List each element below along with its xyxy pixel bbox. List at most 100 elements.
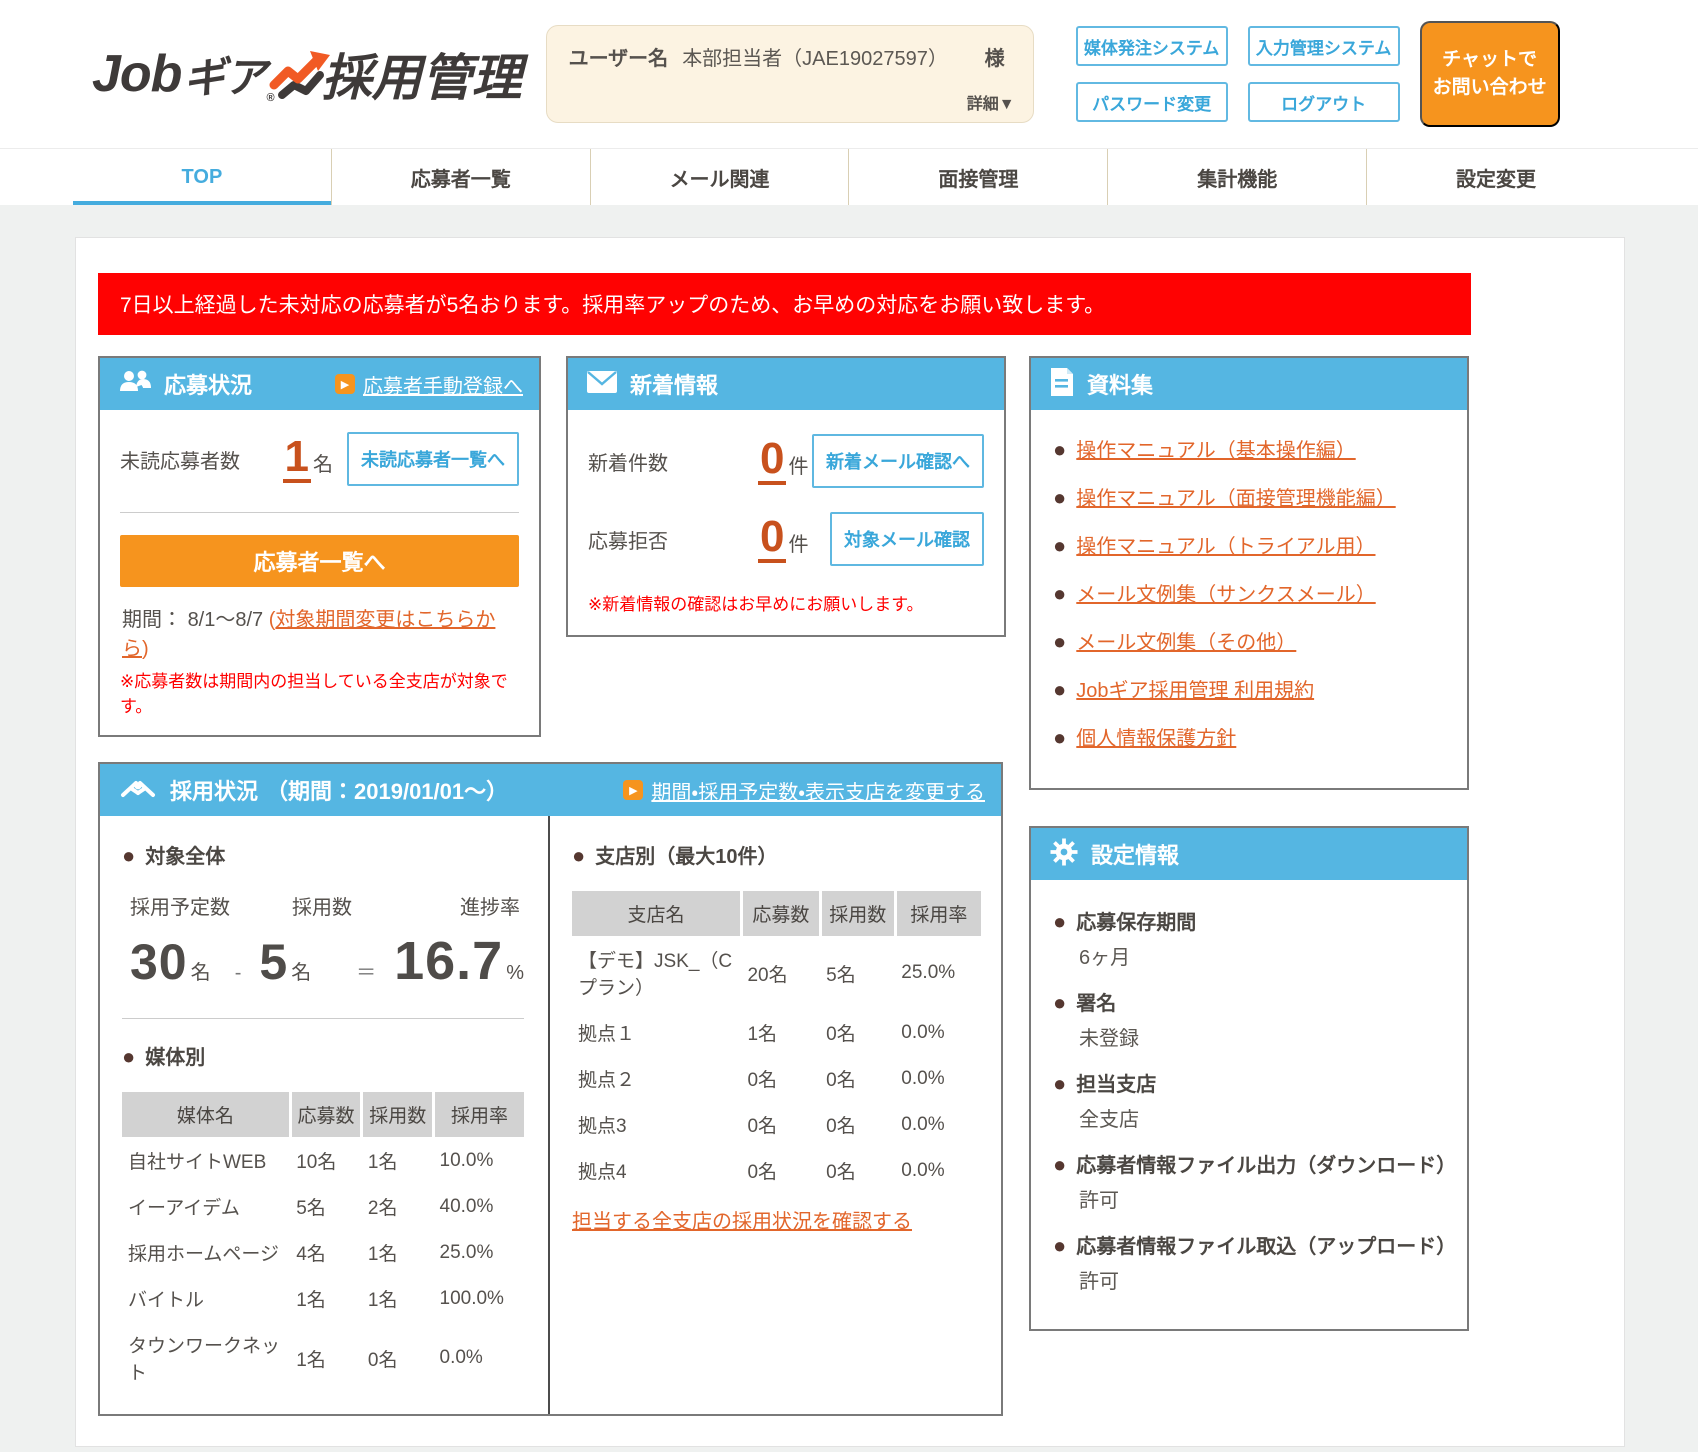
setting-value: 6ヶ月 [1079, 941, 1451, 970]
hired-label: 採用数 [292, 891, 460, 920]
list-item: ●操作マニュアル（基本操作編） [1053, 434, 1451, 463]
new-information-header: 新着情報 [568, 358, 1004, 410]
mail-template-other-link[interactable]: メール文例集（その他） [1076, 626, 1296, 655]
panel-title: 応募状況 [164, 368, 252, 400]
media-table: 媒体名 応募数 採用数 採用率 自社サイトWEB 10名 [122, 1092, 524, 1394]
branch-heading: 支店別（最大10件） [595, 840, 777, 869]
application-status-header: 応募状況 ▶ 応募者手動登録へ [100, 358, 539, 410]
chat-inquiry-button[interactable]: チャットで お問い合わせ [1420, 21, 1560, 127]
list-item: ●署名 未登録 [1053, 987, 1451, 1051]
logo-text-job: Job [92, 44, 181, 104]
unread-count: 1 [283, 435, 311, 483]
mail-template-thanks-link[interactable]: メール文例集（サンクスメール） [1076, 578, 1375, 607]
applicant-list-button[interactable]: 応募者一覧へ [120, 535, 519, 587]
logout-button[interactable]: ログアウト [1248, 82, 1400, 122]
user-name-value: 本部担当者（JAE19027597） [682, 42, 948, 71]
user-info-box: ユーザー名 本部担当者（JAE19027597） 様 詳細▼ [546, 25, 1034, 123]
period-label: 期間： [122, 609, 182, 631]
table-header-cell: 支店名 [572, 891, 741, 936]
manual-register-link[interactable]: 応募者手動登録へ [363, 370, 523, 399]
manual-trial-link[interactable]: 操作マニュアル（トライアル用） [1076, 530, 1375, 559]
list-item: ●個人情報保護方針 [1053, 722, 1451, 751]
site-header: Job ギア ® 採用管理 ユーザー名 本部担当者（JAE19027597） 様… [0, 0, 1698, 148]
table-row: 自社サイトWEB 10名 1名 10.0% [122, 1137, 524, 1183]
hired-value: 5 [259, 933, 288, 991]
table-row: 採用ホームページ 4名 1名 25.0% [122, 1229, 524, 1275]
new-count-value: 0 [758, 437, 786, 485]
table-row: 拠点２ 0名 0名 0.0% [572, 1055, 981, 1101]
overall-heading: 対象全体 [145, 840, 225, 869]
check-target-mail-button[interactable]: 対象メール確認 [830, 512, 984, 566]
application-note: ※応募者数は期間内の担当している全支店が対象です。 [120, 667, 519, 717]
period-value: 8/1～8/7 [188, 609, 264, 631]
logo-text-gear: ギア [183, 44, 265, 105]
table-header-cell: 応募数 [741, 891, 820, 936]
check-new-mail-button[interactable]: 新着メール確認へ [812, 434, 984, 488]
panel-title: 資料集 [1087, 368, 1153, 400]
panel-title: 設定情報 [1091, 838, 1179, 870]
play-icon: ▶ [335, 374, 355, 394]
change-password-button[interactable]: パスワード変更 [1076, 82, 1228, 122]
main-content: 7日以上経過した未対応の応募者が5名おります。採用率アップのため、お早めの対応を… [75, 237, 1625, 1447]
tab-settings[interactable]: 設定変更 [1367, 149, 1625, 205]
terms-of-use-link[interactable]: Jobギア採用管理 利用規約 [1076, 674, 1314, 703]
tab-applicant-list[interactable]: 応募者一覧 [332, 149, 591, 205]
table-row: バイトル 1名 1名 100.0% [122, 1275, 524, 1321]
tab-aggregation[interactable]: 集計機能 [1108, 149, 1367, 205]
media-order-system-button[interactable]: 媒体発注システム [1076, 26, 1228, 66]
table-header-cell: 採用率 [434, 1092, 524, 1137]
new-info-note: ※新着情報の確認はお早めにお願いします。 [588, 590, 984, 615]
unread-applicant-list-button[interactable]: 未読応募者一覧へ [347, 432, 519, 486]
manual-basic-link[interactable]: 操作マニュアル（基本操作編） [1076, 434, 1355, 463]
table-row: タウンワークネット 1名 0名 0.0% [122, 1321, 524, 1394]
list-item: ●応募者情報ファイル出力（ダウンロード） 許可 [1053, 1149, 1451, 1213]
documents-header: 資料集 [1031, 358, 1467, 410]
unread-applicants-label: 未読応募者数 [120, 445, 240, 474]
setting-value: 未登録 [1079, 1022, 1451, 1051]
input-management-system-button[interactable]: 入力管理システム [1248, 26, 1400, 66]
panel-title: 採用状況 [170, 774, 258, 806]
table-row: 拠点4 0名 0名 0.0% [572, 1147, 981, 1193]
user-honorific: 様 [985, 42, 1015, 71]
privacy-policy-link[interactable]: 個人情報保護方針 [1076, 722, 1236, 751]
setting-label: 担当支店 [1076, 1068, 1156, 1097]
setting-label: 応募保存期間 [1076, 906, 1196, 935]
media-heading: 媒体別 [145, 1041, 205, 1070]
all-branches-status-link[interactable]: 担当する全支店の採用状況を確認する [572, 1205, 912, 1234]
documents-panel: 資料集 ●操作マニュアル（基本操作編） ●操作マニュアル（面接管理機能編） ●操… [1029, 356, 1469, 790]
table-header-cell: 媒体名 [122, 1092, 290, 1137]
table-header-cell: 採用数 [362, 1092, 434, 1137]
bullet: ● [122, 843, 135, 869]
table-header-row: 支店名 応募数 採用数 採用率 [572, 891, 981, 936]
gear-icon [1049, 837, 1079, 872]
new-count-unit: 件 [788, 450, 808, 479]
panel-title: 新着情報 [630, 368, 718, 400]
rejected-value: 0 [758, 515, 786, 563]
recruitment-status-panel: 採用状況 （期間：2019/01/01～） ▶ 期間・採用予定数・表示支店を変更… [98, 762, 1003, 1416]
list-item: ●担当支店 全支店 [1053, 1068, 1451, 1132]
branch-section: ● 支店別（最大10件） 支店名 応募数 採用数 採用率 [550, 816, 1001, 1414]
settings-list: ●応募保存期間 6ヶ月 ●署名 未登録 ●担当支店 全支店 ●応募者情報ファイル… [1031, 880, 1467, 1329]
people-icon [118, 369, 152, 400]
user-detail-toggle[interactable]: 詳細▼ [967, 90, 1015, 114]
table-row: 拠点3 0名 0名 0.0% [572, 1101, 981, 1147]
tab-interview-management[interactable]: 面接管理 [849, 149, 1108, 205]
list-item: ●操作マニュアル（面接管理機能編） [1053, 482, 1451, 511]
play-icon: ▶ [623, 780, 643, 800]
list-item: ●メール文例集（その他） [1053, 626, 1451, 655]
list-item: ●応募者情報ファイル取込（アップロード） 許可 [1053, 1230, 1451, 1294]
bullet: ● [122, 1044, 135, 1070]
table-row: イーアイデム 5名 2名 40.0% [122, 1183, 524, 1229]
tab-top[interactable]: TOP [73, 149, 332, 205]
settings-info-header: 設定情報 [1031, 828, 1467, 880]
progress-label: 進捗率 [460, 891, 520, 920]
bullet: ● [572, 843, 585, 869]
logo-text-suffix: 採用管理 [322, 38, 522, 110]
manual-interview-link[interactable]: 操作マニュアル（面接管理機能編） [1076, 482, 1395, 511]
change-period-count-branch-link[interactable]: 期間・採用予定数・表示支店を変更する [651, 776, 985, 805]
system-buttons: 媒体発注システム 入力管理システム パスワード変更 ログアウト [1076, 26, 1400, 122]
tab-mail[interactable]: メール関連 [591, 149, 850, 205]
setting-label: 応募者情報ファイル出力（ダウンロード） [1076, 1149, 1451, 1178]
table-row: 【デモ】JSK_（Cプラン） 20名 5名 25.0% [572, 936, 981, 1009]
list-item: ●応募保存期間 6ヶ月 [1053, 906, 1451, 970]
